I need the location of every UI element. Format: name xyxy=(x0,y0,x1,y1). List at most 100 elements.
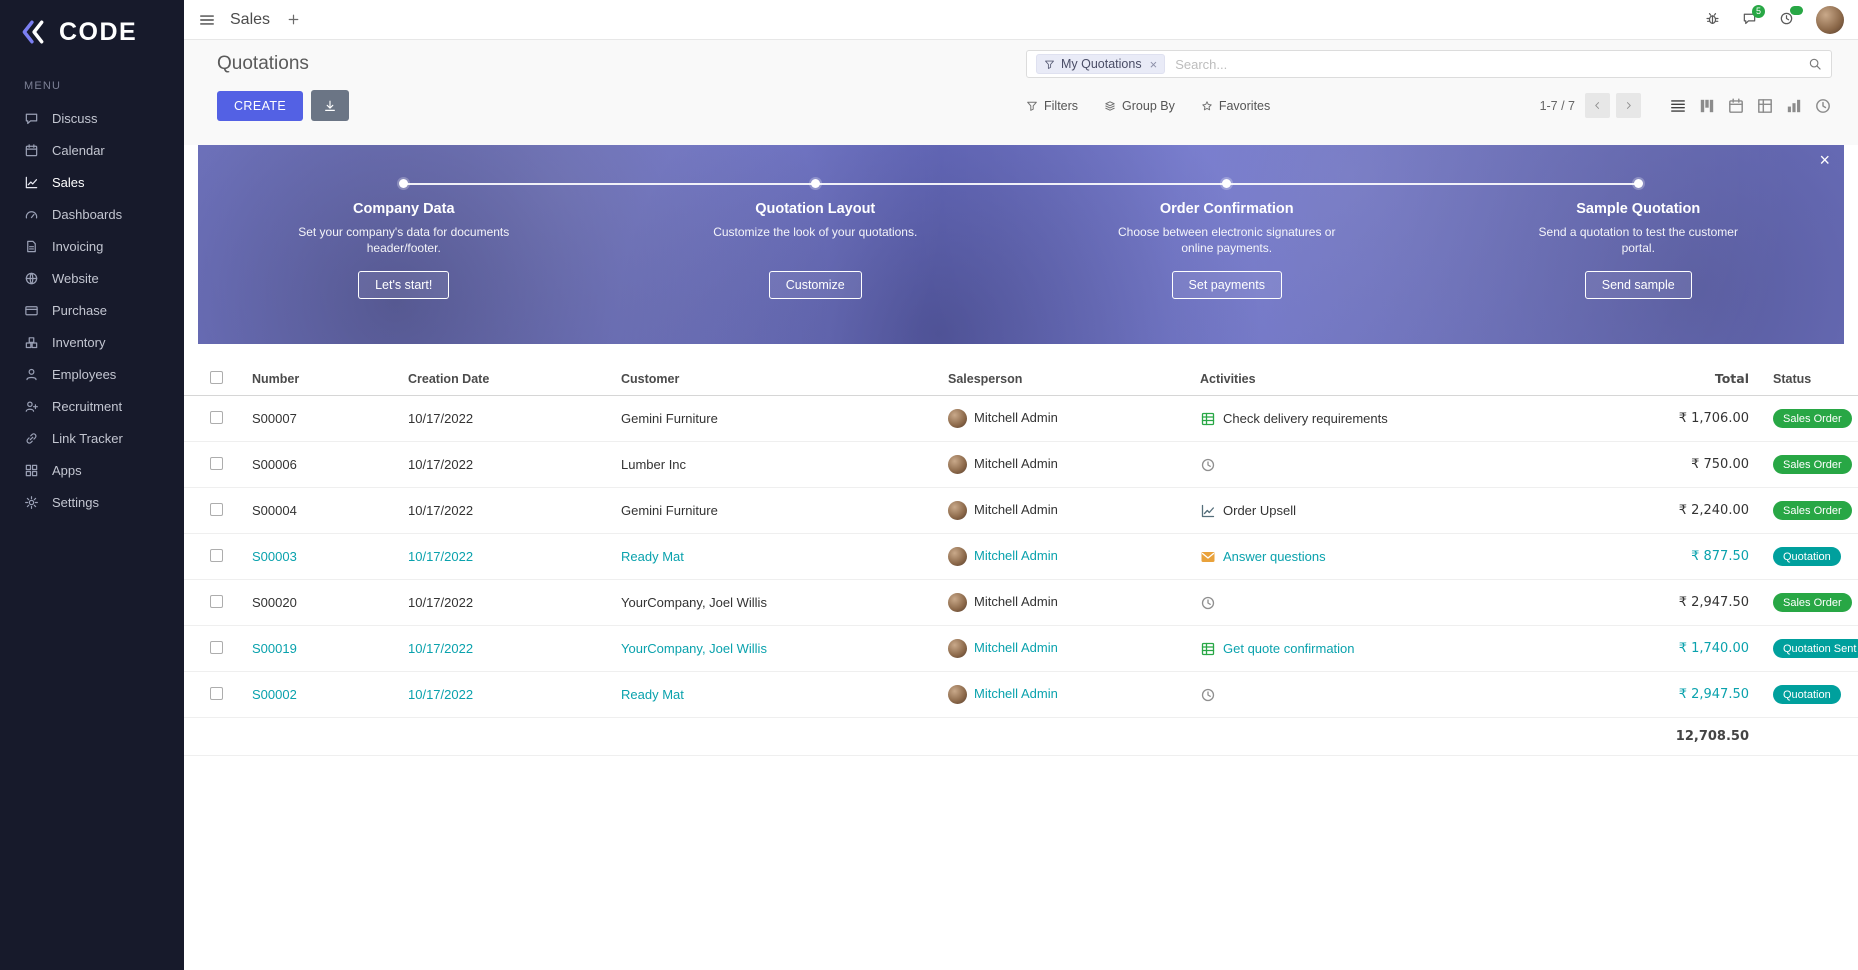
column-header-salesperson[interactable]: Salesperson xyxy=(932,372,1184,386)
step-action-button[interactable]: Set payments xyxy=(1172,271,1282,299)
debug-bug-icon[interactable] xyxy=(1705,11,1722,28)
app-title[interactable]: Sales xyxy=(230,11,270,29)
sidebar-item-dashboards[interactable]: Dashboards xyxy=(0,198,184,230)
table-row[interactable]: S00003 10/17/2022 Ready Mat Mitchell Adm… xyxy=(184,534,1858,580)
row-number[interactable]: S00019 xyxy=(236,641,392,656)
row-number[interactable]: S00003 xyxy=(236,549,392,564)
group-by-button[interactable]: Group By xyxy=(1104,99,1175,113)
favorites-button[interactable]: Favorites xyxy=(1201,99,1270,113)
settings-icon xyxy=(24,495,39,510)
row-number[interactable]: S00004 xyxy=(236,503,392,518)
menu-icon[interactable] xyxy=(198,11,216,29)
row-activity[interactable]: Order Upsell xyxy=(1184,503,1609,519)
row-checkbox[interactable] xyxy=(210,503,223,516)
row-creation-date: 10/17/2022 xyxy=(392,411,605,426)
sidebar-nav: Discuss Calendar Sales Dashboards Invoic… xyxy=(0,102,184,518)
sales-icon xyxy=(24,175,39,190)
step-description: Choose between electronic signatures or … xyxy=(1109,224,1344,258)
sidebar-item-calendar[interactable]: Calendar xyxy=(0,134,184,166)
table-row[interactable]: S00007 10/17/2022 Gemini Furniture Mitch… xyxy=(184,396,1858,442)
messages-button[interactable]: 5 xyxy=(1742,11,1759,28)
select-all-checkbox[interactable] xyxy=(210,371,223,384)
row-number[interactable]: S00006 xyxy=(236,457,392,472)
row-activity[interactable]: Get quote confirmation xyxy=(1184,641,1609,657)
sidebar-item-inventory[interactable]: Inventory xyxy=(0,326,184,358)
row-number[interactable]: S00002 xyxy=(236,687,392,702)
row-checkbox[interactable] xyxy=(210,549,223,562)
activities-button[interactable] xyxy=(1779,11,1796,28)
topbar: Sales 5 xyxy=(184,0,1858,40)
row-creation-date: 10/17/2022 xyxy=(392,687,605,702)
sidebar-item-link-tracker[interactable]: Link Tracker xyxy=(0,422,184,454)
row-checkbox[interactable] xyxy=(210,411,223,424)
column-header-customer[interactable]: Customer xyxy=(605,372,932,386)
row-customer: Ready Mat xyxy=(605,549,932,564)
row-number[interactable]: S00020 xyxy=(236,595,392,610)
row-status: Sales Order xyxy=(1749,409,1858,428)
step-action-button[interactable]: Customize xyxy=(769,271,862,299)
step-action-button[interactable]: Let's start! xyxy=(358,271,449,299)
sidebar-item-invoicing[interactable]: Invoicing xyxy=(0,230,184,262)
user-avatar[interactable] xyxy=(1816,6,1844,34)
plus-icon[interactable] xyxy=(286,12,301,27)
calendar-icon xyxy=(24,143,39,158)
table-header: Number Creation Date Customer Salesperso… xyxy=(184,362,1858,396)
step-description: Send a quotation to test the customer po… xyxy=(1521,224,1756,258)
column-header-creation-date[interactable]: Creation Date xyxy=(392,372,605,386)
sidebar-item-apps[interactable]: Apps xyxy=(0,454,184,486)
inventory-icon xyxy=(24,335,39,350)
row-activity[interactable]: Answer questions xyxy=(1184,549,1609,565)
view-kanban-icon[interactable] xyxy=(1698,97,1716,115)
row-checkbox[interactable] xyxy=(210,595,223,608)
step-action-button[interactable]: Send sample xyxy=(1585,271,1692,299)
table-row[interactable]: S00020 10/17/2022 YourCompany, Joel Will… xyxy=(184,580,1858,626)
step-description: Customize the look of your quotations. xyxy=(713,224,917,258)
sidebar-item-employees[interactable]: Employees xyxy=(0,358,184,390)
status-badge: Sales Order xyxy=(1773,501,1852,520)
sidebar-item-website[interactable]: Website xyxy=(0,262,184,294)
column-header-total[interactable]: Total xyxy=(1609,371,1749,386)
row-number[interactable]: S00007 xyxy=(236,411,392,426)
search-icon[interactable] xyxy=(1808,57,1822,71)
website-icon xyxy=(24,271,39,286)
table-row[interactable]: S00006 10/17/2022 Lumber Inc Mitchell Ad… xyxy=(184,442,1858,488)
row-salesperson: Mitchell Admin xyxy=(932,593,1184,612)
view-graph-icon[interactable] xyxy=(1785,97,1803,115)
row-activity[interactable] xyxy=(1184,457,1609,473)
table-row[interactable]: S00019 10/17/2022 YourCompany, Joel Will… xyxy=(184,626,1858,672)
pager-previous-button[interactable] xyxy=(1585,93,1610,118)
view-calendar-icon[interactable] xyxy=(1727,97,1745,115)
pager-next-button[interactable] xyxy=(1616,93,1641,118)
row-checkbox[interactable] xyxy=(210,457,223,470)
row-activity[interactable] xyxy=(1184,687,1609,703)
app-logo[interactable]: CODE xyxy=(0,0,184,64)
step-dot xyxy=(1222,179,1231,188)
search-facet[interactable]: My Quotations × xyxy=(1036,54,1165,74)
search-input[interactable] xyxy=(1173,56,1800,73)
export-button[interactable] xyxy=(311,90,349,121)
sidebar-item-settings[interactable]: Settings xyxy=(0,486,184,518)
column-header-status[interactable]: Status xyxy=(1749,372,1858,386)
banner-close-icon[interactable]: × xyxy=(1819,151,1830,169)
column-header-activities[interactable]: Activities xyxy=(1184,372,1609,386)
sidebar-item-recruitment[interactable]: Recruitment xyxy=(0,390,184,422)
row-checkbox[interactable] xyxy=(210,687,223,700)
view-activity-icon[interactable] xyxy=(1814,97,1832,115)
create-button[interactable]: CREATE xyxy=(217,91,303,121)
row-checkbox[interactable] xyxy=(210,641,223,654)
row-activity[interactable]: Check delivery requirements xyxy=(1184,411,1609,427)
filters-button[interactable]: Filters xyxy=(1026,99,1078,113)
row-activity[interactable] xyxy=(1184,595,1609,611)
onboarding-step: Order Confirmation Choose between electr… xyxy=(1021,175,1433,344)
row-status: Sales Order xyxy=(1749,455,1858,474)
sidebar-item-sales[interactable]: Sales xyxy=(0,166,184,198)
sidebar-item-purchase[interactable]: Purchase xyxy=(0,294,184,326)
table-row[interactable]: S00004 10/17/2022 Gemini Furniture Mitch… xyxy=(184,488,1858,534)
view-pivot-icon[interactable] xyxy=(1756,97,1774,115)
view-list-icon[interactable] xyxy=(1669,97,1687,115)
search-bar[interactable]: My Quotations × xyxy=(1026,50,1832,78)
facet-remove-icon[interactable]: × xyxy=(1150,58,1158,71)
table-row[interactable]: S00002 10/17/2022 Ready Mat Mitchell Adm… xyxy=(184,672,1858,718)
column-header-number[interactable]: Number xyxy=(236,372,392,386)
sidebar-item-discuss[interactable]: Discuss xyxy=(0,102,184,134)
